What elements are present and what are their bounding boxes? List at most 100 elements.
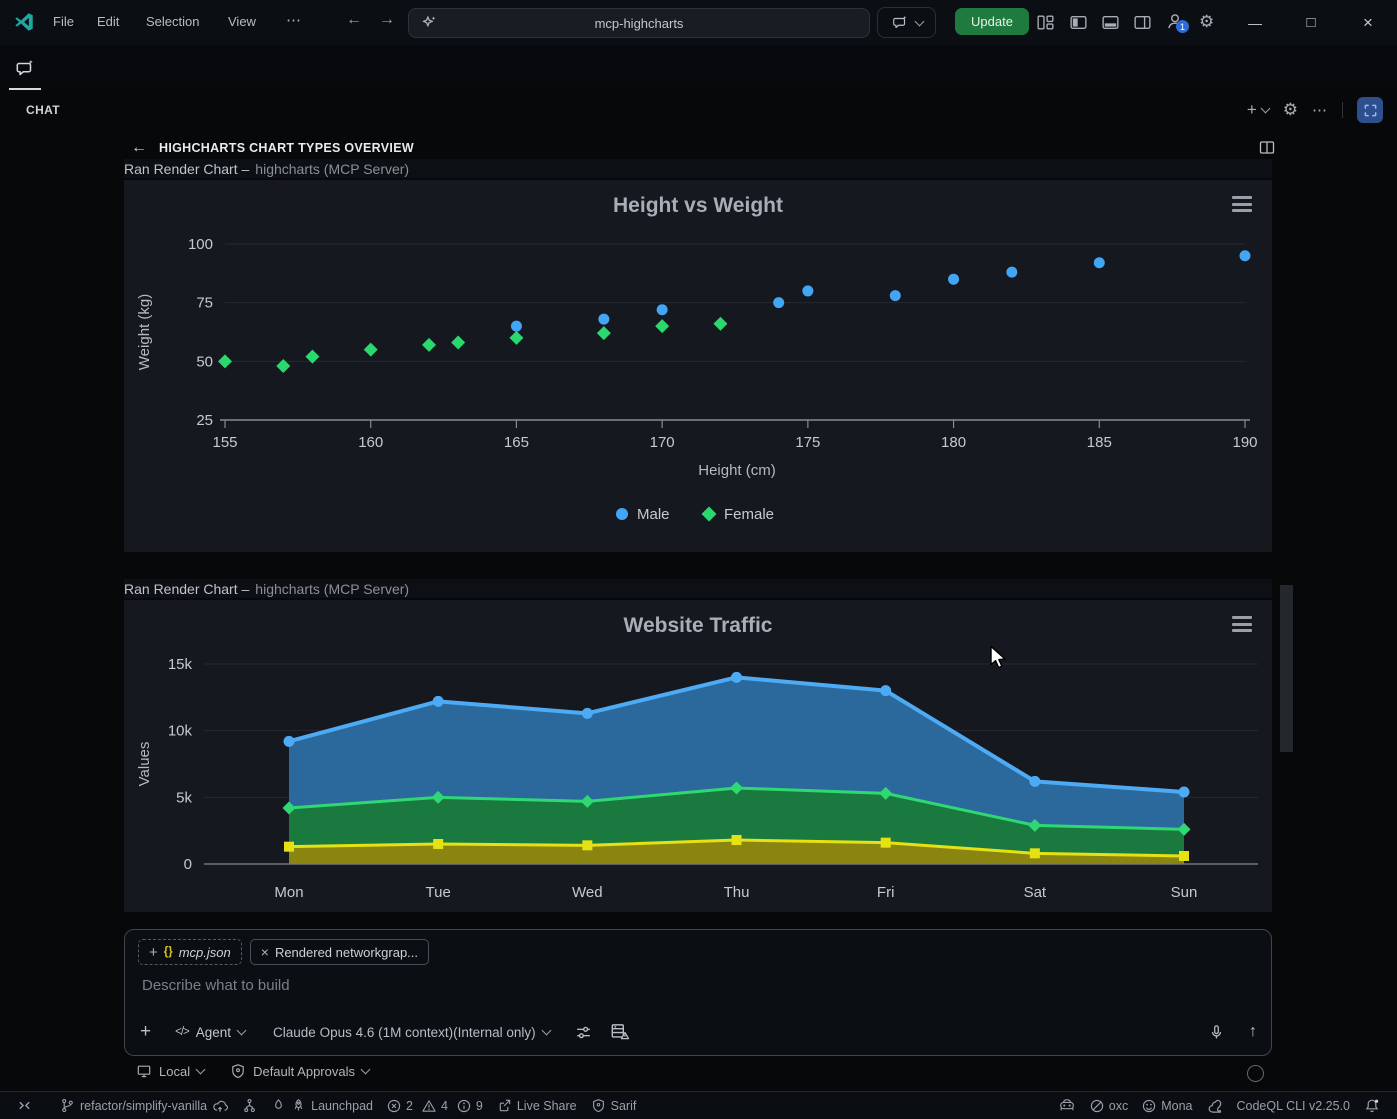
- progress-circle: [1247, 1065, 1264, 1082]
- chat-panel-header: CHAT + ⚙ ⋯: [0, 91, 1397, 133]
- copilot-sparkle-icon: [420, 14, 438, 32]
- git-branch-item[interactable]: refactor/simplify-vanilla: [53, 1092, 235, 1119]
- mode-label: Agent: [196, 1025, 231, 1040]
- account-badge: 1: [1176, 20, 1189, 33]
- svg-text:170: 170: [650, 434, 675, 451]
- model-picker[interactable]: Claude Opus 4.6 (1M context)(Internal on…: [273, 1025, 550, 1040]
- oxc-label: oxc: [1109, 1099, 1128, 1113]
- chat-sparkle-icon: [14, 58, 36, 80]
- chevron-down-icon: [1260, 104, 1270, 114]
- copilot-status-item[interactable]: [1051, 1092, 1083, 1119]
- send-button[interactable]: ↑: [1249, 1023, 1257, 1041]
- scrollbar-thumb[interactable]: [1280, 585, 1293, 752]
- shield-icon: [591, 1098, 606, 1113]
- mona-item[interactable]: Mona: [1135, 1092, 1199, 1119]
- close-icon[interactable]: ×: [261, 944, 269, 960]
- open-editor-icon[interactable]: [1258, 139, 1276, 157]
- panel-bottom-icon[interactable]: [1100, 12, 1121, 33]
- nav-forward-icon[interactable]: →: [379, 11, 395, 29]
- chevron-down-icon: [361, 1065, 371, 1075]
- panel-right-icon[interactable]: [1132, 12, 1153, 33]
- menu-view[interactable]: View: [228, 14, 256, 29]
- problems-item[interactable]: 2 4 9: [380, 1092, 490, 1119]
- new-chat-button[interactable]: +: [1247, 100, 1269, 120]
- share-icon: [497, 1098, 512, 1113]
- attachment-label: Rendered networkgrap...: [275, 945, 418, 960]
- approvals-picker[interactable]: Default Approvals: [230, 1063, 369, 1079]
- nav-back-icon[interactable]: ←: [346, 11, 362, 29]
- chat-more-icon[interactable]: ⋯: [1312, 101, 1328, 119]
- svg-text:180: 180: [941, 434, 966, 451]
- conversation-header: ← HIGHCHARTS CHART TYPES OVERVIEW: [124, 139, 1272, 157]
- mona-label: Mona: [1161, 1099, 1192, 1113]
- attach-plus-icon[interactable]: +: [140, 1021, 151, 1043]
- svg-text:Website Traffic: Website Traffic: [624, 614, 773, 637]
- chat-input-placeholder[interactable]: Describe what to build: [142, 977, 290, 994]
- svg-text:Tue: Tue: [426, 884, 451, 901]
- website-traffic-chart: 05k10k15kMonTueWedThuFriSatSunWebsite Tr…: [124, 600, 1272, 912]
- settings-gear-icon[interactable]: ⚙: [1199, 12, 1214, 32]
- chat-dropdown-button[interactable]: [877, 7, 936, 38]
- tool-run-message[interactable]: Ran Render Chart – highcharts (MCP Serve…: [124, 579, 1272, 598]
- chart-menu-icon[interactable]: [1232, 616, 1252, 632]
- environment-label: Local: [159, 1064, 190, 1079]
- chat-tab[interactable]: [9, 53, 41, 90]
- update-button[interactable]: Update: [955, 8, 1029, 35]
- launchpad-item[interactable]: Launchpad: [264, 1092, 380, 1119]
- oxc-item[interactable]: oxc: [1083, 1092, 1135, 1119]
- tune-sliders-icon[interactable]: [574, 1023, 593, 1042]
- window-minimize-button[interactable]: —: [1239, 0, 1271, 45]
- chevron-down-icon: [196, 1065, 206, 1075]
- shield-icon: [230, 1063, 246, 1079]
- svg-text:50: 50: [196, 353, 213, 370]
- command-center-search[interactable]: mcp-highcharts: [408, 8, 870, 38]
- branch-label: refactor/simplify-vanilla: [80, 1099, 207, 1113]
- add-context-pill[interactable]: + {} mcp.json: [138, 939, 242, 965]
- smiley-icon: [1142, 1099, 1156, 1113]
- attachment-pill[interactable]: × Rendered networkgrap...: [250, 939, 429, 965]
- back-arrow-icon[interactable]: ←: [131, 139, 147, 157]
- area-chart-card: 05k10k15kMonTueWedThuFriSatSunWebsite Tr…: [124, 600, 1272, 912]
- focus-mode-button[interactable]: [1357, 97, 1383, 123]
- account-button[interactable]: 1: [1164, 10, 1190, 36]
- chat-settings-gear-icon[interactable]: ⚙: [1283, 100, 1298, 120]
- chat-footer: Local Default Approvals: [136, 1063, 369, 1079]
- tool-run-server: highcharts (MCP Server): [255, 581, 409, 597]
- live-share-item[interactable]: Live Share: [490, 1092, 584, 1119]
- menu-file[interactable]: File: [53, 14, 74, 29]
- info-icon: [457, 1099, 471, 1113]
- svg-text:Fri: Fri: [877, 884, 895, 901]
- copilot-icon: [1058, 1097, 1076, 1115]
- layout-grid-icon[interactable]: [1035, 12, 1056, 33]
- window-maximize-button[interactable]: □: [1295, 0, 1327, 45]
- window-close-button[interactable]: ×: [1352, 0, 1384, 45]
- codeql-item[interactable]: CodeQL CLI v2.25.0: [1230, 1092, 1358, 1119]
- mouse-cursor: [988, 645, 1012, 671]
- squirrel-item[interactable]: [1200, 1092, 1230, 1119]
- sarif-item[interactable]: Sarif: [584, 1092, 644, 1119]
- mode-picker[interactable]: </> Agent: [175, 1025, 245, 1040]
- rocket-icon: [291, 1098, 306, 1113]
- mic-icon[interactable]: [1208, 1024, 1225, 1041]
- svg-text:175: 175: [795, 434, 820, 451]
- tool-run-message[interactable]: Ran Render Chart – highcharts (MCP Serve…: [124, 159, 1272, 178]
- notifications-item[interactable]: [1357, 1092, 1387, 1119]
- context-file-label: mcp.json: [179, 945, 231, 960]
- json-file-icon: {}: [164, 946, 173, 958]
- mcp-server-warning-icon[interactable]: [609, 1021, 631, 1043]
- source-control-graph-item[interactable]: [235, 1092, 264, 1119]
- bell-icon: [1364, 1098, 1380, 1114]
- menu-selection[interactable]: Selection: [146, 14, 199, 29]
- chart-menu-icon[interactable]: [1232, 196, 1252, 212]
- branch-icon: [60, 1098, 75, 1113]
- panel-left-icon[interactable]: [1068, 12, 1089, 33]
- menu-edit[interactable]: Edit: [97, 14, 119, 29]
- launchpad-label: Launchpad: [311, 1099, 373, 1113]
- menu-more-icon[interactable]: ⋯: [286, 11, 302, 29]
- divider: [1342, 102, 1343, 118]
- svg-text:Weight (kg): Weight (kg): [136, 294, 153, 370]
- vscode-logo-icon: [13, 11, 35, 33]
- remote-indicator[interactable]: [10, 1092, 39, 1119]
- environment-picker[interactable]: Local: [136, 1063, 204, 1079]
- chat-input-box[interactable]: + {} mcp.json × Rendered networkgrap... …: [124, 929, 1272, 1056]
